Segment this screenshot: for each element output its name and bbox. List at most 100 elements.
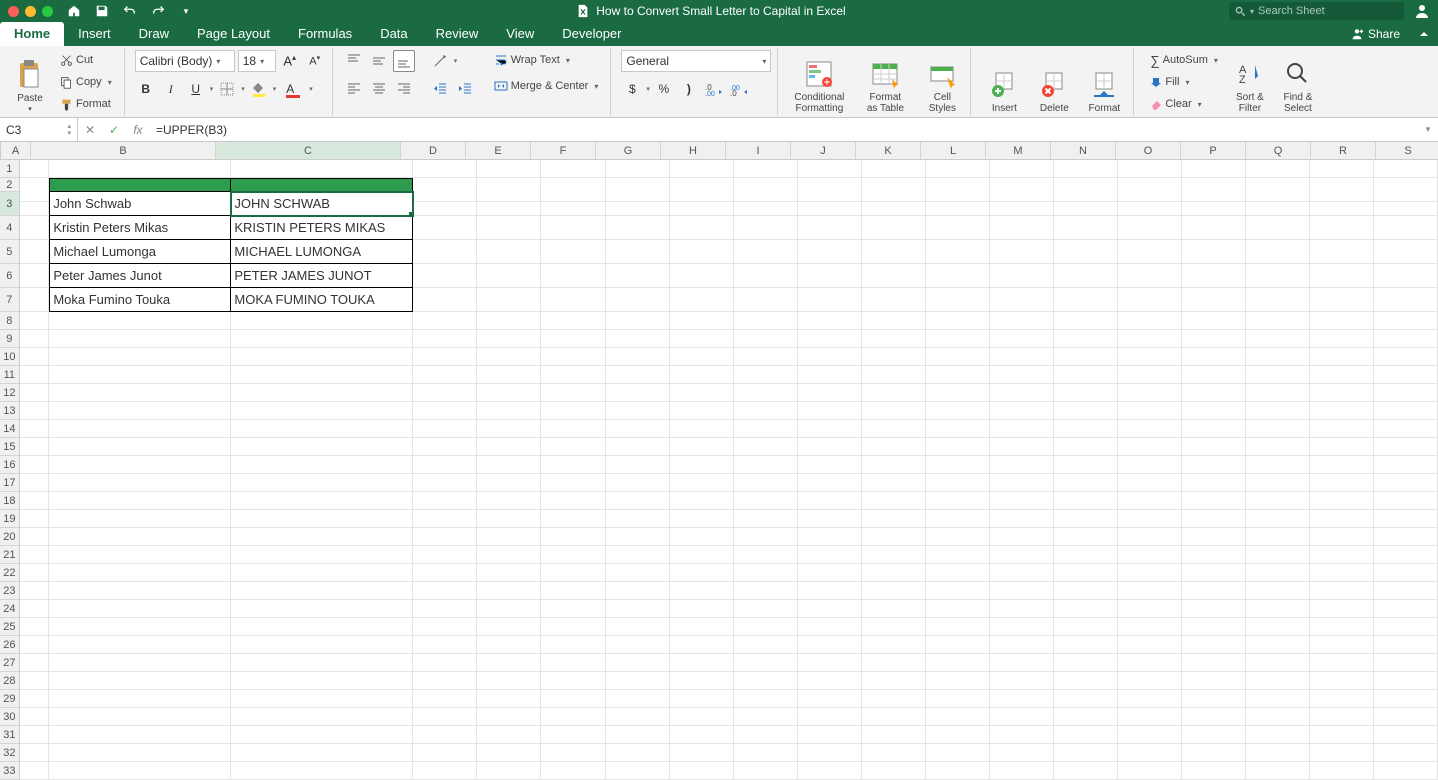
cell[interactable] [1310, 564, 1374, 582]
customize-qat-icon[interactable]: ▾ [179, 4, 193, 18]
row-header[interactable]: 11 [0, 366, 20, 384]
cell[interactable] [862, 726, 926, 744]
cell[interactable] [477, 192, 541, 216]
cell[interactable] [734, 402, 798, 420]
cell[interactable] [231, 492, 413, 510]
format-as-table-button[interactable]: Format as Table [854, 50, 916, 116]
cell[interactable] [670, 762, 734, 780]
cell[interactable] [1310, 636, 1374, 654]
tab-home[interactable]: Home [0, 22, 64, 46]
cell[interactable] [49, 726, 231, 744]
cell[interactable] [670, 510, 734, 528]
cell[interactable] [1246, 492, 1310, 510]
cell[interactable] [1374, 528, 1438, 546]
cell[interactable] [798, 192, 862, 216]
insert-cells-button[interactable]: Insert [981, 50, 1027, 116]
cell[interactable] [1246, 582, 1310, 600]
cell[interactable] [231, 582, 413, 600]
cell[interactable] [926, 528, 990, 546]
cell[interactable] [862, 564, 926, 582]
align-middle-icon[interactable] [368, 50, 390, 72]
cell[interactable] [990, 744, 1054, 762]
cell[interactable] [798, 690, 862, 708]
column-header[interactable]: J [791, 142, 856, 160]
cell[interactable] [862, 438, 926, 456]
cell[interactable] [798, 402, 862, 420]
minimize-window-icon[interactable] [25, 6, 36, 17]
cell[interactable] [1118, 330, 1182, 348]
row-header[interactable]: 1 [0, 160, 20, 178]
cell[interactable] [413, 618, 477, 636]
cell[interactable] [670, 330, 734, 348]
cell[interactable] [926, 492, 990, 510]
cell[interactable] [734, 546, 798, 564]
cell[interactable] [49, 384, 231, 402]
cell[interactable] [541, 216, 605, 240]
cell[interactable] [1374, 546, 1438, 564]
row-header[interactable]: 13 [0, 402, 20, 420]
cell[interactable]: Moka Fumino Touka [49, 288, 231, 312]
cell[interactable] [413, 762, 477, 780]
cell[interactable] [670, 690, 734, 708]
cell[interactable] [49, 582, 231, 600]
cell[interactable] [1374, 708, 1438, 726]
cell[interactable] [1118, 762, 1182, 780]
cell[interactable] [1246, 240, 1310, 264]
cell[interactable] [1118, 690, 1182, 708]
cell[interactable] [734, 510, 798, 528]
cell[interactable] [862, 744, 926, 762]
cell[interactable] [477, 402, 541, 420]
cell[interactable] [926, 312, 990, 330]
cell[interactable] [1182, 564, 1246, 582]
cell[interactable] [477, 420, 541, 438]
cell[interactable] [413, 312, 477, 330]
tab-review[interactable]: Review [422, 22, 493, 46]
cell[interactable] [734, 492, 798, 510]
cell[interactable] [1246, 160, 1310, 178]
cell[interactable] [606, 564, 670, 582]
cell[interactable] [926, 618, 990, 636]
cell[interactable] [606, 762, 670, 780]
cell[interactable] [606, 690, 670, 708]
cell[interactable] [477, 672, 541, 690]
cell[interactable] [1182, 618, 1246, 636]
cell[interactable] [541, 384, 605, 402]
cell[interactable] [734, 312, 798, 330]
cell[interactable] [1310, 492, 1374, 510]
cell[interactable] [1310, 600, 1374, 618]
cell[interactable] [477, 600, 541, 618]
cell[interactable] [1310, 510, 1374, 528]
cell[interactable] [231, 510, 413, 528]
cell[interactable] [926, 348, 990, 366]
cell[interactable] [49, 690, 231, 708]
cell[interactable] [1310, 312, 1374, 330]
cell[interactable] [413, 708, 477, 726]
cell[interactable] [1118, 192, 1182, 216]
cell[interactable] [862, 492, 926, 510]
align-top-icon[interactable] [343, 50, 365, 72]
cell[interactable] [477, 438, 541, 456]
cell[interactable] [990, 492, 1054, 510]
find-select-button[interactable]: Find & Select [1276, 50, 1320, 116]
wrap-text-button[interactable]: Wrap Text [488, 50, 605, 70]
cell[interactable] [1118, 474, 1182, 492]
cell[interactable] [862, 654, 926, 672]
cell[interactable] [231, 708, 413, 726]
cell[interactable] [734, 216, 798, 240]
cell[interactable] [1118, 420, 1182, 438]
cell[interactable] [477, 312, 541, 330]
row-header[interactable]: 22 [0, 564, 20, 582]
cell[interactable] [541, 348, 605, 366]
cell[interactable] [798, 384, 862, 402]
cell[interactable] [541, 618, 605, 636]
column-header[interactable]: F [531, 142, 596, 160]
row-header[interactable]: 4 [0, 216, 20, 240]
cell[interactable] [1182, 726, 1246, 744]
cell[interactable] [606, 438, 670, 456]
cell[interactable] [20, 402, 50, 420]
cell[interactable] [1118, 216, 1182, 240]
cell[interactable] [1054, 312, 1118, 330]
column-header[interactable]: N [1051, 142, 1116, 160]
cell[interactable] [477, 528, 541, 546]
cell[interactable] [1182, 456, 1246, 474]
